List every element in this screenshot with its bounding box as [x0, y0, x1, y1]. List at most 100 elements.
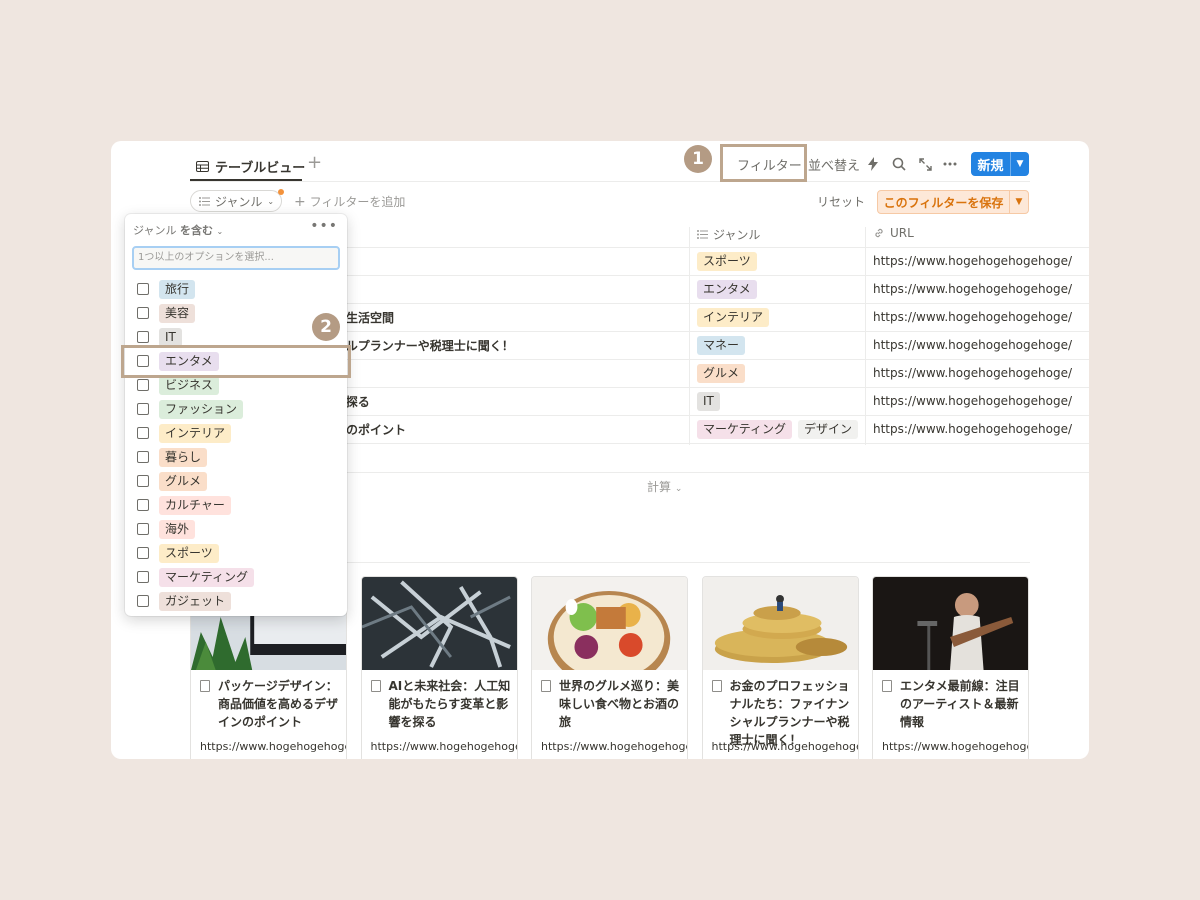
checkbox[interactable] [137, 307, 149, 319]
row-url[interactable]: https://www.hogehogehogehoge/ [873, 422, 1072, 436]
checkbox[interactable] [137, 499, 149, 511]
row-genre-tags[interactable]: スポーツ [697, 252, 757, 271]
option-item[interactable]: グルメ [137, 471, 208, 491]
card-title: お金のプロフェッショナルたち：ファイナンシャルプランナーや税理士に聞く！ [729, 679, 850, 747]
card-title: AIと未来社会：人工知能がもたらす変革と影響を探る [388, 679, 511, 729]
row-url[interactable]: https://www.hogehogehogehoge/ [873, 254, 1072, 268]
row-genre-tags[interactable]: マーケティング デザイン [697, 420, 859, 439]
option-item[interactable]: ファッション [137, 399, 244, 419]
option-item[interactable]: カルチャー [137, 495, 231, 515]
more-options-icon[interactable] [940, 154, 960, 174]
card-cover-image [532, 577, 687, 670]
column-header-url-label: URL [890, 226, 914, 240]
row-genre-tags[interactable]: グルメ [697, 364, 746, 383]
option-tag: インテリア [159, 423, 232, 443]
page-icon [370, 680, 381, 692]
genre-tag: スポーツ [697, 252, 757, 271]
column-header-url[interactable]: URL [873, 226, 914, 240]
column-header-genre[interactable]: ジャンル [697, 226, 760, 243]
option-item[interactable]: ガジェット [137, 591, 232, 611]
calculate-label: 計算 [647, 480, 672, 494]
option-tag: ガジェット [159, 591, 232, 611]
option-item[interactable]: 旅行 [137, 279, 196, 299]
card-url[interactable]: https://www.hogehogehogehoge/ [712, 740, 858, 753]
column-header-genre-label: ジャンル [713, 228, 761, 242]
filter-highlight-box [720, 144, 807, 182]
step-badge-1: 1 [684, 145, 712, 173]
calculate-button[interactable]: 計算 ⌄ [647, 478, 682, 495]
tab-table-view[interactable]: テーブルビュー [196, 153, 305, 179]
automation-bolt-icon[interactable] [863, 154, 883, 174]
row-url[interactable]: https://www.hogehogehogehoge/ [873, 366, 1072, 380]
checkbox[interactable] [137, 523, 149, 535]
checkbox[interactable] [137, 547, 149, 559]
card-url[interactable]: https://www.hogehogehogehoge/ [882, 740, 1028, 753]
option-item[interactable]: 暮らし [137, 447, 208, 467]
row-url[interactable]: https://www.hogehogehogehoge/ [873, 282, 1072, 296]
sort-button[interactable]: 並べ替え [808, 155, 860, 174]
option-tag: 美容 [159, 303, 196, 323]
option-tag: ビジネス [159, 375, 220, 395]
gallery-card[interactable]: お金のプロフェッショナルたち：ファイナンシャルプランナーや税理士に聞く！ http… [701, 576, 859, 759]
save-filter-label: このフィルターを保存 [883, 195, 1004, 210]
option-tag: ファッション [159, 399, 244, 419]
dropdown-field: ジャンル [133, 224, 177, 237]
option-item[interactable]: 海外 [137, 519, 196, 539]
gallery-card[interactable]: AIと未来社会：人工知能がもたらす変革と影響を探る https://www.hog… [360, 576, 518, 759]
page-icon [711, 680, 722, 692]
search-icon[interactable] [889, 154, 909, 174]
row-url[interactable]: https://www.hogehogehogehoge/ [873, 394, 1072, 408]
row-genre-tags[interactable]: エンタメ [697, 280, 757, 299]
option-item[interactable]: スポーツ [137, 543, 219, 563]
checkbox[interactable] [137, 283, 149, 295]
gallery-card[interactable]: 世界のグルメ巡り：美味しい食べ物とお酒の旅 https://www.hogehog… [531, 576, 688, 759]
row-genre-tags[interactable]: インテリア [697, 308, 770, 327]
list-icon [697, 230, 708, 239]
step-badge-2: 2 [312, 313, 340, 341]
option-item[interactable]: 美容 [137, 303, 196, 323]
card-url[interactable]: https://www.hogehogehogehoge/ [200, 740, 346, 753]
genre-filter-label: ジャンル [215, 194, 263, 209]
add-filter-label: フィルターを追加 [309, 195, 406, 209]
checkbox[interactable] [137, 475, 149, 487]
chevron-down-icon[interactable]: ▼ [1009, 191, 1028, 213]
option-search-input[interactable]: 1つ以上のオプションを選択... [132, 246, 340, 270]
page-icon [541, 680, 551, 692]
checkbox[interactable] [137, 571, 149, 583]
more-options-icon[interactable]: ••• [310, 218, 338, 234]
checkbox[interactable] [137, 427, 149, 439]
dropdown-operator[interactable]: を含む [180, 224, 213, 237]
card-url[interactable]: https://www.hogehogehogehoge/ [541, 740, 687, 753]
option-item[interactable]: ビジネス [137, 375, 220, 395]
card-url[interactable]: https://www.hogehogehogehoge/ [371, 740, 517, 753]
checkbox[interactable] [137, 403, 149, 415]
checkbox[interactable] [137, 331, 149, 343]
gallery-card[interactable]: エンタメ最前線：注目のアーティスト＆最新情報 https://www.hogeho… [872, 576, 1029, 759]
row-genre-tags[interactable]: IT [697, 392, 720, 411]
genre-tag: グルメ [697, 364, 746, 383]
row-url[interactable]: https://www.hogehogehogehoge/ [873, 310, 1072, 324]
genre-tag: マネー [697, 336, 746, 355]
new-button[interactable]: 新規 ▼ [971, 152, 1029, 176]
checkbox[interactable] [137, 451, 149, 463]
option-tag: マーケティング [159, 567, 255, 587]
genre-filter-chip[interactable]: ジャンル ⌄ [190, 190, 282, 212]
option-item[interactable]: インテリア [137, 423, 232, 443]
dropdown-header[interactable]: ジャンル を含む ⌄ [133, 222, 223, 238]
row-genre-tags[interactable]: マネー [697, 336, 746, 355]
add-filter-button[interactable]: + フィルターを追加 [294, 193, 405, 210]
option-item[interactable]: IT [137, 327, 182, 347]
genre-filter-dropdown: ジャンル を含む ⌄ ••• 1つ以上のオプションを選択... 旅行 美容 IT エン… [125, 214, 347, 616]
reset-button[interactable]: リセット [817, 193, 865, 210]
row-url[interactable]: https://www.hogehogehogehoge/ [873, 338, 1072, 352]
card-cover-image [702, 577, 858, 670]
save-filter-button[interactable]: このフィルターを保存 ▼ [877, 190, 1029, 214]
option-item[interactable]: マーケティング [137, 567, 255, 587]
genre-tag: マーケティング [697, 420, 793, 439]
expand-icon[interactable] [915, 154, 935, 174]
checkbox[interactable] [137, 379, 149, 391]
add-view-button[interactable]: + [307, 152, 322, 173]
table-icon [196, 160, 209, 172]
checkbox[interactable] [137, 595, 149, 607]
chevron-down-icon[interactable]: ▼ [1010, 152, 1029, 176]
